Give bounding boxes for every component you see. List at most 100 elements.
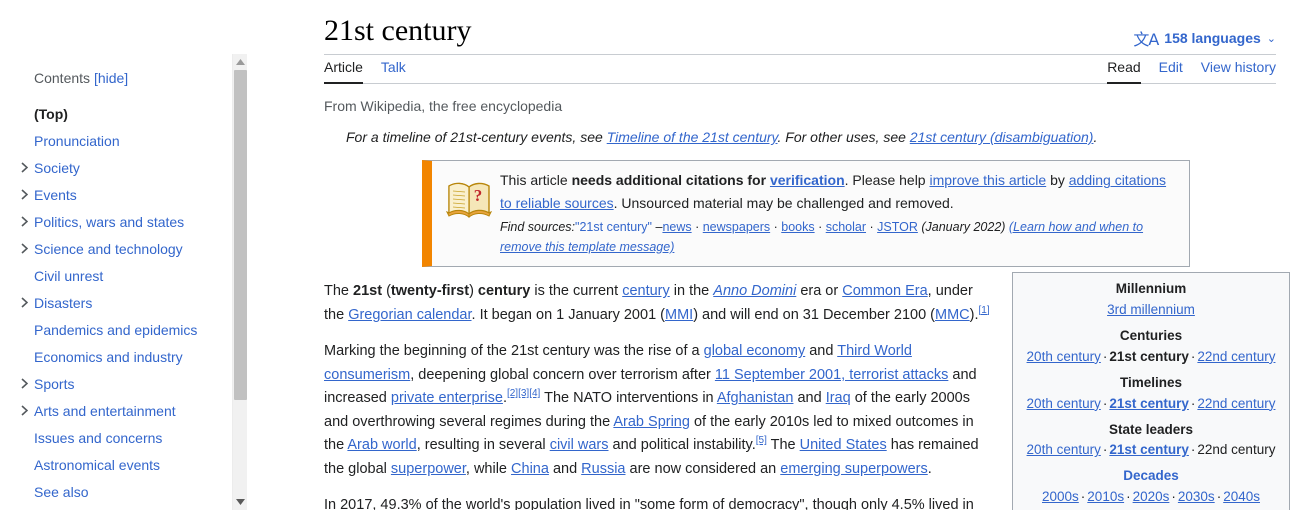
toc-hide-button[interactable]: [hide]	[94, 70, 128, 86]
tab-edit[interactable]: Edit	[1159, 54, 1183, 84]
link-mmc[interactable]: MMC	[935, 307, 970, 323]
link-century[interactable]: century	[622, 283, 670, 299]
toc-item-label: Arts and entertainment	[34, 402, 176, 419]
infobox-link-2020s[interactable]: 2020s	[1133, 489, 1170, 504]
tab-talk[interactable]: Talk	[381, 54, 406, 84]
scroll-down-arrow-icon[interactable]	[233, 494, 248, 510]
infobox-link-2040s[interactable]: 2040s	[1223, 489, 1260, 504]
infobox-link-22nd-century[interactable]: 22nd century	[1197, 349, 1275, 364]
infobox-link-2000s[interactable]: 2000s	[1042, 489, 1079, 504]
infobox-link-22nd-century[interactable]: 22nd century	[1197, 396, 1275, 411]
toc-item-science-and-technology[interactable]: Science and technology	[0, 235, 232, 262]
chevron-right-icon[interactable]	[14, 162, 34, 173]
toc-item-economics-and-industry[interactable]: Economics and industry	[0, 343, 232, 370]
toc-item-society[interactable]: Society	[0, 154, 232, 181]
chevron-right-icon[interactable]	[14, 189, 34, 200]
toc-item-politics-wars-and-states[interactable]: Politics, wars and states	[0, 208, 232, 235]
toc-item-pronunciation[interactable]: Pronunciation	[0, 127, 232, 154]
infobox-link-21st-century[interactable]: 21st century	[1109, 442, 1189, 457]
toc-item-label: Pandemics and epidemics	[34, 321, 198, 338]
toc-scrollbar[interactable]	[232, 54, 247, 510]
link-common-era[interactable]: Common Era	[842, 283, 927, 299]
infobox-heading-centuries: Centuries	[1119, 327, 1183, 343]
toc-item-label: Sports	[34, 375, 75, 392]
infobox-link-3rd-millennium[interactable]: 3rd millennium	[1107, 302, 1195, 317]
infobox-link-2030s[interactable]: 2030s	[1178, 489, 1215, 504]
link-iraq[interactable]: Iraq	[826, 390, 851, 406]
article-header-row: 21st century 文A 158 languages ⌄	[324, 0, 1276, 50]
toc-item-label: Society	[34, 159, 80, 176]
infobox-separator: ·	[1171, 489, 1176, 505]
find-sources-query[interactable]: "21st century"	[575, 220, 652, 234]
hatnote-link-timeline[interactable]: Timeline of the 21st century	[607, 129, 778, 145]
improve-article-link[interactable]: improve this article	[929, 172, 1046, 188]
scroll-up-arrow-icon[interactable]	[233, 54, 248, 70]
toc-item-pandemics-and-epidemics[interactable]: Pandemics and epidemics	[0, 316, 232, 343]
ref-1[interactable]: [1]	[979, 305, 990, 316]
toc-item-issues-and-concerns[interactable]: Issues and concerns	[0, 424, 232, 451]
link-arab-spring[interactable]: Arab Spring	[613, 414, 690, 430]
infobox-link-20th-century[interactable]: 20th century	[1027, 442, 1101, 457]
infobox-link-20th-century[interactable]: 20th century	[1027, 349, 1101, 364]
toc-item-arts-and-entertainment[interactable]: Arts and entertainment	[0, 397, 232, 424]
link-china[interactable]: China	[511, 461, 549, 477]
link-arab-world[interactable]: Arab world	[347, 437, 416, 453]
language-selector-button[interactable]: 文A 158 languages ⌄	[1133, 26, 1276, 50]
infobox-link-21st-century[interactable]: 21st century	[1109, 396, 1189, 411]
ref-2-3-4[interactable]: [2][3][4]	[507, 388, 540, 399]
find-source-scholar[interactable]: scholar	[826, 220, 866, 234]
ambox-text-1: This article	[500, 172, 572, 189]
link-emerging-superpowers[interactable]: emerging superpowers	[780, 461, 928, 477]
link-global-economy[interactable]: global economy	[704, 343, 806, 359]
ref-5[interactable]: [5]	[756, 435, 767, 446]
link-superpower[interactable]: superpower	[391, 461, 466, 477]
link-civil-wars[interactable]: civil wars	[550, 437, 609, 453]
find-source-newspapers[interactable]: newspapers	[703, 220, 770, 234]
chevron-right-icon[interactable]	[14, 243, 34, 254]
infobox-row: 20th century · 21st century · 22nd century	[1017, 347, 1285, 368]
p2-t2: and	[805, 343, 838, 360]
link-gregorian-calendar[interactable]: Gregorian calendar	[348, 307, 471, 323]
p2-t7: and	[793, 390, 826, 407]
find-source-jstor[interactable]: JSTOR	[877, 220, 918, 234]
find-sources-links: news · newspapers · books · scholar · JS…	[662, 220, 917, 234]
infobox-separator: ·	[1126, 489, 1131, 505]
chevron-right-icon[interactable]	[14, 378, 34, 389]
hatnote-link-disambiguation[interactable]: 21st century (disambiguation)	[910, 129, 1094, 145]
infobox-link-20th-century[interactable]: 20th century	[1027, 396, 1101, 411]
toc-item-top[interactable]: (Top)	[0, 100, 232, 127]
toc-item-sports[interactable]: Sports	[0, 370, 232, 397]
tab-view-history[interactable]: View history	[1201, 54, 1276, 84]
scrollbar-thumb[interactable]	[234, 70, 247, 400]
chevron-right-icon[interactable]	[14, 405, 34, 416]
hatnote-text-1: For a timeline of 21st-century events, s…	[346, 129, 607, 145]
p1-b1: 21st	[353, 283, 383, 300]
verification-link[interactable]: verification	[770, 172, 845, 188]
tab-read[interactable]: Read	[1107, 54, 1141, 84]
chevron-right-icon[interactable]	[14, 297, 34, 308]
link-anno-domini[interactable]: Anno Domini	[713, 283, 796, 299]
toc-item-see-also[interactable]: See also	[0, 478, 232, 505]
toc-item-events[interactable]: Events	[0, 181, 232, 208]
p2-t1: Marking the beginning of the 21st centur…	[324, 343, 704, 360]
century-navigation-infobox: Millennium 3rd millennium Centuries 20th ce…	[1012, 272, 1290, 510]
find-source-news[interactable]: news	[662, 220, 691, 234]
link-united-states[interactable]: United States	[800, 437, 887, 453]
toc-item-astronomical-events[interactable]: Astronomical events	[0, 451, 232, 478]
link-afghanistan[interactable]: Afghanistan	[717, 390, 794, 406]
chevron-right-icon[interactable]	[14, 216, 34, 227]
tab-article[interactable]: Article	[324, 54, 363, 84]
link-mmi[interactable]: MMI	[665, 307, 693, 323]
infobox-link-2010s[interactable]: 2010s	[1087, 489, 1124, 504]
infobox-heading-decades[interactable]: Decades	[1017, 466, 1285, 487]
toc-item-label: See also	[34, 483, 89, 500]
toc-item-civil-unrest[interactable]: Civil unrest	[0, 262, 232, 289]
link-september-11[interactable]: 11 September 2001, terrorist attacks	[715, 367, 948, 383]
link-russia[interactable]: Russia	[581, 461, 625, 477]
svg-text:?: ?	[474, 186, 483, 205]
toc-item-disasters[interactable]: Disasters	[0, 289, 232, 316]
source-separator: ·	[814, 219, 826, 234]
article-tab-bar: Article Talk Read Edit View history	[324, 55, 1276, 84]
find-source-books[interactable]: books	[781, 220, 814, 234]
link-private-enterprise[interactable]: private enterprise	[391, 390, 503, 406]
